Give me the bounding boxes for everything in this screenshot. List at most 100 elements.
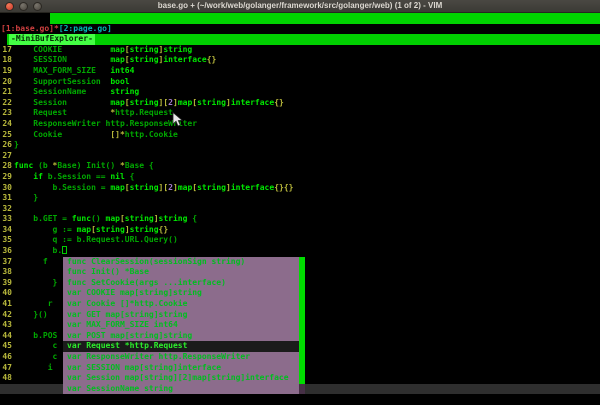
code-line[interactable]: 33 b.GET = func() map[string]string { — [0, 214, 600, 225]
line-number: 17 — [0, 45, 12, 56]
line-number: 40 — [0, 288, 12, 299]
code-text: }() — [14, 310, 48, 321]
line-number: 29 — [0, 172, 12, 183]
code-text: } — [14, 140, 19, 151]
completion-item[interactable]: func Init() *Base — [63, 267, 299, 278]
buffer-list: [1:base.go]*[2:page.go] — [0, 24, 600, 35]
line-number: 33 — [0, 214, 12, 225]
code-text: b.POS — [14, 331, 57, 342]
line-number: 27 — [0, 151, 12, 162]
code-text: g := map[string]string{} — [14, 225, 168, 236]
line-number: 46 — [0, 352, 12, 363]
completion-item[interactable]: var Request *http.Request — [63, 341, 305, 352]
line-number: 45 — [0, 341, 12, 352]
code-line[interactable]: 19 MAX_FORM_SIZE int64 — [0, 66, 600, 77]
code-line[interactable]: 20 SupportSession bool — [0, 77, 600, 88]
completion-item[interactable]: var SESSION map[string]interface — [63, 363, 299, 374]
tabline-fill — [50, 13, 600, 24]
code-line[interactable]: 28func (b *Base) Init() *Base { — [0, 161, 600, 172]
line-number: 42 — [0, 310, 12, 321]
line-number: 35 — [0, 235, 12, 246]
code-line[interactable]: 27 — [0, 151, 600, 162]
line-number: 31 — [0, 193, 12, 204]
popup-scrollbar-thumb[interactable] — [299, 257, 305, 384]
popup-scrollbar[interactable] — [299, 257, 305, 395]
command-line: -- 全能补全 (^O^N^P) 匹配 9 / 14 — [0, 394, 600, 405]
code-text: func (b *Base) Init() *Base { — [14, 161, 154, 172]
line-number: 44 — [0, 331, 12, 342]
line-number: 38 — [0, 267, 12, 278]
window-controls — [5, 2, 42, 11]
close-icon[interactable] — [5, 2, 14, 11]
code-text: SupportSession bool — [14, 77, 130, 88]
code-text: q := b.Request.URL.Query() — [14, 235, 178, 246]
code-text: r — [14, 299, 53, 310]
line-number: 34 — [0, 225, 12, 236]
title-bar[interactable]: base.go + (~/work/web/golanger/framework… — [0, 0, 600, 13]
completion-item[interactable]: func ClearSession(sessionSign string) — [63, 257, 299, 268]
line-number: 22 — [0, 98, 12, 109]
completion-item[interactable]: var GET map[string]string — [63, 310, 299, 321]
code-text: b.Session = map[string][2]map[string]int… — [14, 183, 293, 194]
code-text: c — [14, 352, 57, 363]
code-text: SessionName string — [14, 87, 139, 98]
code-text: c — [14, 341, 57, 352]
completion-item[interactable]: var Cookie []*http.Cookie — [63, 299, 299, 310]
code-line[interactable]: 26} — [0, 140, 600, 151]
line-number: 19 — [0, 66, 12, 77]
code-line[interactable]: 35 q := b.Request.URL.Query() — [0, 235, 600, 246]
completion-popup: func ClearSession(sessionSign string)fun… — [63, 257, 305, 395]
buffer-tab-page-go[interactable]: [2:page.go] — [59, 24, 112, 33]
line-number: 18 — [0, 55, 12, 66]
code-text: COOKIE map[string]string — [14, 45, 192, 56]
line-number: 25 — [0, 130, 12, 141]
line-number: 48 — [0, 373, 12, 384]
line-number: 26 — [0, 140, 12, 151]
code-line[interactable]: 30 b.Session = map[string][2]map[string]… — [0, 183, 600, 194]
code-line[interactable]: 24 ResponseWriter http.ResponseWriter — [0, 119, 600, 130]
line-number: 30 — [0, 183, 12, 194]
code-text: b.GET = func() map[string]string { — [14, 214, 197, 225]
code-line[interactable]: 25 Cookie []*http.Cookie — [0, 130, 600, 141]
code-line[interactable]: 34 g := map[string]string{} — [0, 225, 600, 236]
completion-item[interactable]: var Session map[string][2]map[string]int… — [63, 373, 299, 384]
code-line[interactable]: 21 SessionName string — [0, 87, 600, 98]
code-text: Request *http.Request — [14, 108, 173, 119]
completion-item[interactable]: var POST map[string]string — [63, 331, 299, 342]
completion-item[interactable]: func SetCookie(args ...interface) — [63, 278, 299, 289]
minibuf-statusline-bar — [7, 34, 600, 45]
code-line[interactable]: 29 if b.Session == nil { — [0, 172, 600, 183]
vim-window: base.go + (~/work/web/golanger/framework… — [0, 0, 600, 405]
code-text: Cookie []*http.Cookie — [14, 130, 178, 141]
line-number: 20 — [0, 77, 12, 88]
line-number: 37 — [0, 257, 12, 268]
code-line[interactable]: 36 b. — [0, 246, 600, 257]
line-number: 39 — [0, 278, 12, 289]
completion-item[interactable]: var COOKIE map[string]string — [63, 288, 299, 299]
block-cursor — [62, 246, 67, 254]
code-line[interactable]: 22 Session map[string][2]map[string]inte… — [0, 98, 600, 109]
maximize-icon[interactable] — [33, 2, 42, 11]
minimize-icon[interactable] — [19, 2, 28, 11]
code-text: i — [14, 363, 53, 374]
buffer-tab-base-go[interactable]: [1:base.go]* — [1, 24, 59, 33]
code-text: b. — [14, 246, 67, 257]
completion-item[interactable]: var SessionName string — [63, 384, 299, 395]
code-line[interactable]: 23 Request *http.Request — [0, 108, 600, 119]
window-title: base.go + (~/work/web/golanger/framework… — [0, 0, 600, 12]
code-text: } — [14, 193, 38, 204]
completion-item[interactable]: var MAX_FORM_SIZE int64 — [63, 320, 299, 331]
code-text: MAX_FORM_SIZE int64 — [14, 66, 134, 77]
completion-item[interactable]: var ResponseWriter http.ResponseWriter — [63, 352, 299, 363]
code-text: f — [14, 257, 48, 268]
code-line[interactable]: 32 — [0, 204, 600, 215]
minibuf-statusline: 6 -MiniBufExplorer- [-] [none,utf-8,unix… — [0, 34, 600, 45]
code-line[interactable]: 17 COOKIE map[string]string — [0, 45, 600, 56]
completion-item-list: func ClearSession(sessionSign string)fun… — [63, 257, 299, 395]
line-number: 41 — [0, 299, 12, 310]
code-line[interactable]: 31 } — [0, 193, 600, 204]
line-number: 32 — [0, 204, 12, 215]
code-line[interactable]: 18 SESSION map[string]interface{} — [0, 55, 600, 66]
code-text: Session map[string][2]map[string]interfa… — [14, 98, 284, 109]
line-number: 43 — [0, 320, 12, 331]
